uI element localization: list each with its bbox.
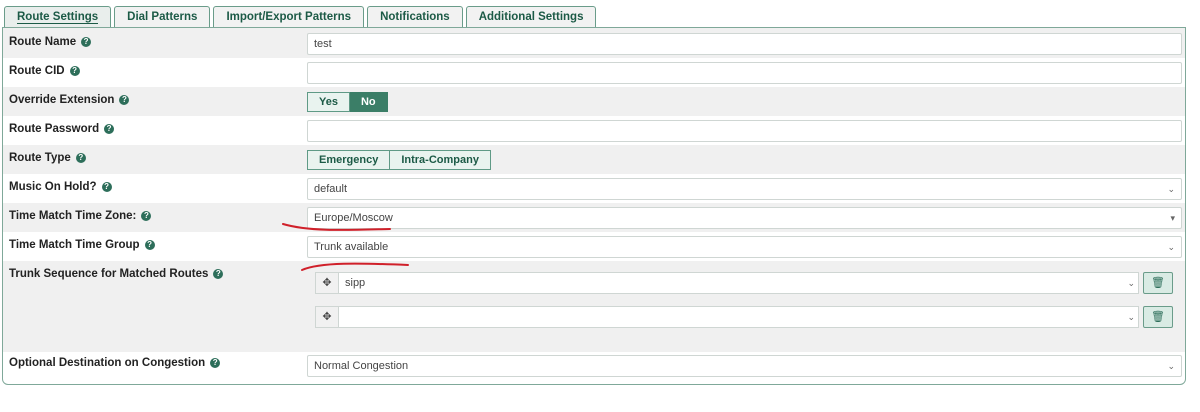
tab-import-export-patterns[interactable]: Import/Export Patterns (213, 6, 365, 27)
help-icon[interactable]: ? (81, 37, 92, 47)
override-no-button[interactable]: No (349, 92, 388, 112)
route-cid-row: Route CID ? (3, 58, 1185, 87)
route-name-label: Route Name (9, 36, 77, 48)
trash-icon[interactable]: 🗑 (1143, 272, 1173, 294)
route-name-input[interactable]: test (307, 33, 1182, 55)
trash-icon[interactable]: 🗑 (1143, 306, 1173, 328)
congestion-select[interactable]: Normal Congestion ⌄ (307, 355, 1182, 377)
tab-bar: Route Settings Dial Patterns Import/Expo… (4, 6, 599, 27)
trunk-sequence-label: Trunk Sequence for Matched Routes (9, 268, 209, 280)
congestion-row: Optional Destination on Congestion ? Nor… (3, 352, 1185, 384)
move-arrows-icon[interactable]: ✥ (315, 306, 339, 328)
help-icon[interactable]: ? (104, 124, 115, 134)
route-cid-input[interactable] (307, 62, 1182, 84)
time-group-row: Time Match Time Group ? Trunk available … (3, 232, 1185, 261)
route-password-row: Route Password ? (3, 116, 1185, 145)
move-arrows-icon[interactable]: ✥ (315, 272, 339, 294)
time-zone-select[interactable]: Europe/Moscow ▾ (307, 207, 1182, 229)
music-on-hold-label: Music On Hold? (9, 181, 97, 193)
music-on-hold-value: default (314, 183, 348, 195)
congestion-label: Optional Destination on Congestion (9, 357, 206, 369)
help-icon[interactable]: ? (75, 153, 86, 163)
intra-company-button[interactable]: Intra-Company (390, 150, 491, 170)
music-on-hold-select[interactable]: default ⌄ (307, 178, 1182, 200)
tab-additional-settings[interactable]: Additional Settings (465, 6, 597, 27)
chevron-down-icon: ⌄ (1167, 184, 1175, 194)
route-type-row: Route Type ? Emergency Intra-Company (3, 145, 1185, 174)
override-yes-button[interactable]: Yes (307, 92, 350, 112)
trunk-select[interactable]: sipp ⌄ (339, 272, 1139, 294)
chevron-down-icon: ⌄ (1127, 312, 1135, 322)
tab-notifications[interactable]: Notifications (367, 6, 463, 27)
chevron-down-icon: ⌄ (1167, 242, 1175, 252)
override-extension-toggle: Yes No (307, 92, 388, 112)
time-group-select[interactable]: Trunk available ⌄ (307, 236, 1182, 258)
time-zone-value: Europe/Moscow (314, 212, 393, 224)
route-name-row: Route Name ? test (3, 28, 1185, 58)
override-extension-row: Override Extension ? Yes No (3, 87, 1185, 116)
congestion-value: Normal Congestion (314, 360, 409, 372)
time-zone-row: Time Match Time Zone: ? Europe/Moscow ▾ (3, 203, 1185, 232)
help-icon[interactable]: ? (101, 182, 112, 192)
help-icon[interactable]: ? (69, 66, 80, 76)
help-icon[interactable]: ? (119, 95, 130, 105)
override-extension-label: Override Extension (9, 94, 115, 106)
help-icon[interactable]: ? (144, 240, 155, 250)
help-icon[interactable]: ? (210, 358, 221, 368)
help-icon[interactable]: ? (141, 211, 152, 221)
route-type-label: Route Type (9, 152, 71, 164)
tab-route-settings[interactable]: Route Settings (4, 6, 112, 27)
trunk-entry: ✥ sipp ⌄ (315, 272, 1173, 294)
help-icon[interactable]: ? (213, 269, 224, 279)
time-zone-label: Time Match Time Zone: (9, 210, 137, 222)
time-group-label: Time Match Time Group (9, 239, 140, 251)
emergency-button[interactable]: Emergency (307, 150, 391, 170)
route-settings-panel: Route Name ? test Route CID ? Override E… (2, 27, 1186, 385)
route-password-input[interactable] (307, 120, 1182, 142)
time-group-value: Trunk available (314, 241, 389, 253)
route-cid-label: Route CID (9, 65, 65, 77)
route-type-toggle: Emergency Intra-Company (307, 150, 491, 170)
music-on-hold-row: Music On Hold? ? default ⌄ (3, 174, 1185, 203)
trunk-entry: ✥ ⌄ (315, 306, 1173, 328)
trunk-value: sipp (345, 277, 366, 289)
trunk-select[interactable]: ⌄ (339, 306, 1139, 328)
chevron-down-icon: ⌄ (1167, 361, 1175, 371)
route-password-label: Route Password (9, 123, 100, 135)
tab-dial-patterns[interactable]: Dial Patterns (114, 6, 211, 27)
trunk-sequence-row: Trunk Sequence for Matched Routes ? ✥ si… (3, 261, 1185, 352)
chevron-down-icon: ⌄ (1127, 278, 1135, 288)
caret-down-icon: ▾ (1170, 213, 1175, 223)
